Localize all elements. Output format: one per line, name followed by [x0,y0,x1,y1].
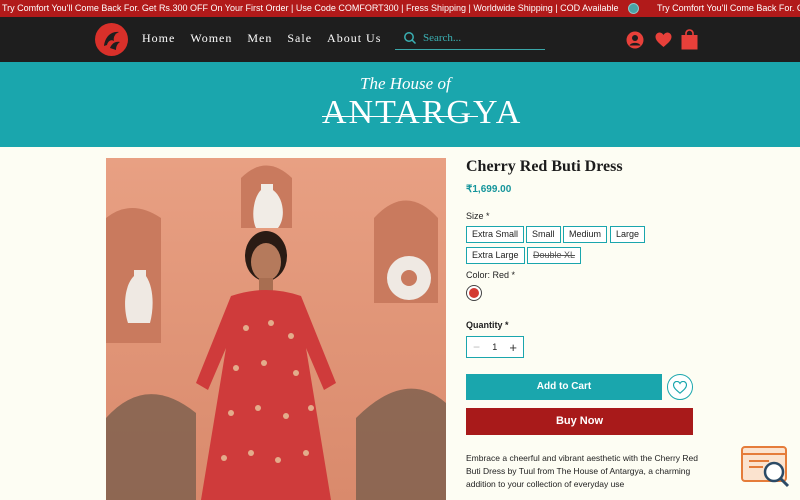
nav-link-about-us[interactable]: About Us [327,31,381,46]
size-option-large[interactable]: Large [610,226,646,243]
color-swatch-fill [469,288,479,298]
search-bar [395,26,545,50]
size-option-double-xl[interactable]: Double XL [527,247,582,264]
decrement-button[interactable]: − [473,340,480,354]
shopping-bag-icon[interactable] [681,29,698,50]
nav-link-men[interactable]: Men [247,31,272,46]
buy-now-button[interactable]: Buy Now [466,408,693,435]
brand-logo-icon[interactable] [95,23,128,56]
nav-icons [626,29,698,50]
color-swatch-red[interactable] [466,285,482,301]
announcement-bar: Try Comfort You'll Come Back For. Get Rs… [0,0,800,17]
top-navigation: Home Women Men Sale About Us [0,17,800,62]
heart-icon[interactable] [655,32,672,48]
review-widget-icon[interactable] [741,445,791,490]
brand-name: ANTARGYA [322,94,523,131]
size-option-extra-large[interactable]: Extra Large [466,247,525,264]
product-price: ₹1,699.00 [466,184,512,195]
color-label: Color: Red * [466,270,516,280]
size-option-medium[interactable]: Medium [563,226,608,243]
product-title: Cherry Red Buti Dress [466,158,623,175]
heart-outline-icon [673,380,687,394]
increment-button[interactable]: + [509,340,517,355]
quantity-label: Quantity * [466,320,509,330]
size-option-extra-small[interactable]: Extra Small [466,226,525,243]
brand-underline [322,116,478,117]
quantity-value[interactable]: 1 [492,342,497,352]
product-image[interactable] [106,158,446,500]
nav-link-sale[interactable]: Sale [287,31,312,46]
search-icon[interactable] [403,31,417,45]
search-input[interactable] [423,31,533,44]
add-to-cart-button[interactable]: Add to Cart [466,374,662,400]
nav-link-home[interactable]: Home [142,31,175,46]
wishlist-button[interactable] [667,374,693,400]
nav-link-women[interactable]: Women [190,31,232,46]
announcement-text: Try Comfort You'll Come Back For. Get Rs… [2,3,619,13]
loading-spinner-icon [628,3,639,14]
size-label: Size * [466,211,490,221]
announcement-text-repeat: Try Comfort You'll Come Back For. Get Rs… [657,3,800,13]
user-icon[interactable] [626,31,644,49]
quantity-stepper[interactable]: − 1 + [466,336,524,358]
nav-links: Home Women Men Sale About Us [142,31,396,46]
product-description: Embrace a cheerful and vibrant aesthetic… [466,453,698,489]
brand-banner: The House of ANTARGYA [0,62,800,147]
size-option-small[interactable]: Small [526,226,561,243]
brand-tagline: The House of [360,74,451,93]
